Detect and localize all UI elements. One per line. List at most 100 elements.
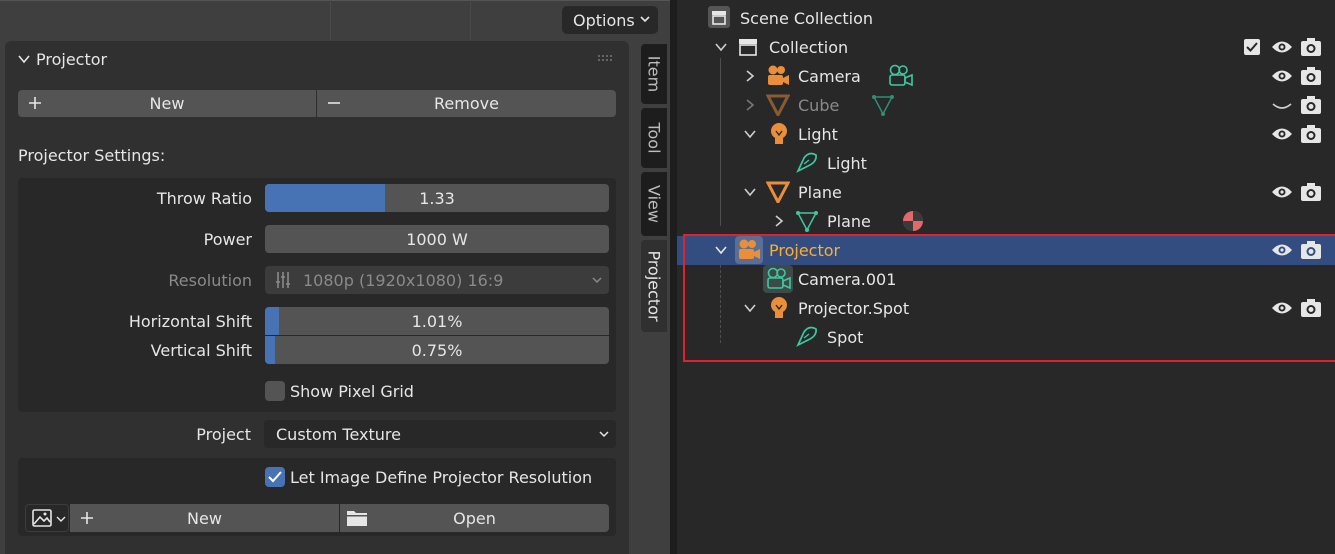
camera-object-icon bbox=[739, 239, 760, 259]
spot-label: Spot bbox=[827, 328, 864, 347]
camera-render-icon[interactable] bbox=[1300, 240, 1322, 260]
chevron-down-icon[interactable] bbox=[743, 127, 757, 141]
project-dropdown[interactable]: Custom Texture bbox=[264, 420, 616, 448]
outliner-row-spot[interactable]: Spot bbox=[677, 323, 1335, 352]
options-label: Options bbox=[573, 10, 635, 30]
camera-001-label: Camera.001 bbox=[798, 270, 897, 289]
mesh-data-icon[interactable] bbox=[871, 94, 895, 116]
project-label: Project bbox=[196, 425, 251, 444]
camera-render-icon[interactable] bbox=[1300, 182, 1322, 202]
throw-ratio-fill bbox=[265, 184, 386, 212]
folder-icon bbox=[347, 511, 367, 526]
outliner-row-light[interactable]: Light bbox=[677, 120, 1335, 149]
outliner-row-projector[interactable]: Projector bbox=[677, 236, 1335, 265]
eye-closed-icon[interactable] bbox=[1271, 97, 1293, 113]
checkbox-checked-icon[interactable] bbox=[1243, 38, 1261, 56]
horizontal-shift-fill bbox=[265, 307, 279, 335]
outliner-row-light-data[interactable]: Light bbox=[677, 149, 1335, 178]
chevron-down-icon[interactable] bbox=[714, 243, 728, 257]
options-dropdown[interactable]: Options bbox=[562, 6, 658, 34]
camera-render-icon[interactable] bbox=[1300, 298, 1322, 318]
outliner-row-cube[interactable]: Cube bbox=[677, 91, 1335, 120]
horizontal-shift-slider[interactable]: 1.01% bbox=[265, 307, 609, 335]
chevron-right-icon[interactable] bbox=[743, 69, 757, 83]
tab-projector[interactable]: Projector bbox=[641, 240, 667, 332]
scene-collection-label: Scene Collection bbox=[740, 9, 874, 28]
3d-viewport[interactable]: Options Projector New Remove Projector S… bbox=[0, 0, 670, 554]
power-field[interactable]: 1000 W bbox=[265, 225, 609, 253]
eye-icon[interactable] bbox=[1271, 300, 1293, 316]
eye-icon[interactable] bbox=[1271, 126, 1293, 142]
plane-mesh-label: Plane bbox=[827, 212, 871, 231]
eye-icon[interactable] bbox=[1271, 39, 1293, 55]
horizontal-shift-value: 1.01% bbox=[411, 311, 463, 331]
new-image-button[interactable]: New bbox=[70, 504, 339, 532]
vertical-shift-value: 0.75% bbox=[411, 340, 463, 360]
scene-collection-icon bbox=[708, 6, 730, 28]
camera-label: Camera bbox=[798, 67, 861, 86]
vertical-shift-fill bbox=[265, 336, 276, 364]
eye-icon[interactable] bbox=[1271, 184, 1293, 200]
new-projector-button[interactable]: New bbox=[18, 90, 316, 117]
power-label: Power bbox=[203, 230, 252, 249]
outliner-row-plane[interactable]: Plane bbox=[677, 178, 1335, 207]
camera-data-icon[interactable] bbox=[887, 64, 915, 88]
light-object-icon bbox=[771, 123, 787, 144]
eye-icon[interactable] bbox=[1271, 242, 1293, 258]
outliner-row-plane-mesh[interactable]: Plane bbox=[677, 207, 1335, 236]
settings-box bbox=[18, 178, 616, 412]
vertical-shift-slider[interactable]: 0.75% bbox=[265, 336, 609, 364]
area-divider[interactable] bbox=[670, 0, 677, 554]
mesh-object-icon bbox=[766, 181, 790, 203]
drag-grip-icon[interactable] bbox=[597, 53, 615, 63]
resolution-label: Resolution bbox=[168, 271, 252, 290]
tab-item[interactable]: Item bbox=[641, 44, 667, 104]
chevron-right-icon[interactable] bbox=[772, 214, 786, 228]
project-value: Custom Texture bbox=[276, 424, 401, 444]
outliner-row-scene-collection[interactable]: Scene Collection bbox=[677, 4, 1335, 33]
open-image-button[interactable]: Open bbox=[340, 504, 609, 532]
panel-header[interactable]: Projector bbox=[5, 41, 629, 79]
camera-render-icon[interactable] bbox=[1300, 124, 1322, 144]
eye-icon[interactable] bbox=[1271, 68, 1293, 84]
outliner-row-camera[interactable]: Camera bbox=[677, 62, 1335, 91]
chevron-down-icon[interactable] bbox=[743, 301, 757, 315]
open-image-label: Open bbox=[453, 508, 496, 528]
show-pixel-grid-checkbox[interactable] bbox=[265, 381, 285, 401]
chevron-down-icon[interactable] bbox=[743, 185, 757, 199]
show-pixel-grid-label: Show Pixel Grid bbox=[290, 382, 414, 401]
resolution-value: 1080p (1920x1080) 16:9 bbox=[303, 270, 504, 290]
let-image-define-checkbox[interactable] bbox=[265, 467, 285, 487]
image-browse-button[interactable] bbox=[25, 504, 69, 532]
tab-view[interactable]: View bbox=[641, 172, 667, 236]
tab-tool[interactable]: Tool bbox=[641, 108, 667, 168]
mesh-data-icon bbox=[796, 211, 818, 232]
chevron-down-icon bbox=[640, 16, 650, 23]
outliner: Scene Collection Collection Camera Cube … bbox=[677, 0, 1335, 554]
projector-panel: Projector New Remove Projector Settings:… bbox=[5, 41, 629, 554]
resolution-dropdown[interactable]: 1080p (1920x1080) 16:9 bbox=[265, 266, 609, 294]
remove-label: Remove bbox=[434, 94, 499, 113]
material-icon[interactable] bbox=[902, 210, 924, 232]
outliner-row-collection[interactable]: Collection bbox=[677, 33, 1335, 62]
throw-ratio-slider[interactable]: 1.33 bbox=[265, 184, 609, 212]
camera-render-icon[interactable] bbox=[1300, 66, 1322, 86]
projector-label: Projector bbox=[769, 241, 841, 260]
chevron-down-icon[interactable] bbox=[714, 40, 728, 54]
chevron-down-icon[interactable] bbox=[17, 52, 31, 66]
chevron-right-icon[interactable] bbox=[743, 98, 757, 112]
tab-projector-label: Projector bbox=[644, 250, 664, 322]
remove-projector-button[interactable]: Remove bbox=[317, 90, 616, 117]
power-value: 1000 W bbox=[406, 229, 468, 249]
collection-label: Collection bbox=[769, 38, 849, 57]
mesh-object-icon bbox=[766, 94, 790, 116]
camera-render-icon[interactable] bbox=[1300, 37, 1322, 57]
outliner-row-projector-spot[interactable]: Projector.Spot bbox=[677, 294, 1335, 323]
plus-icon bbox=[29, 97, 41, 109]
outliner-row-camera-001[interactable]: Camera.001 bbox=[677, 265, 1335, 294]
image-icon bbox=[32, 509, 52, 527]
settings-heading: Projector Settings: bbox=[18, 146, 166, 165]
camera-data-icon bbox=[767, 267, 791, 290]
camera-render-icon[interactable] bbox=[1300, 95, 1322, 115]
chevron-down-icon bbox=[56, 516, 66, 522]
